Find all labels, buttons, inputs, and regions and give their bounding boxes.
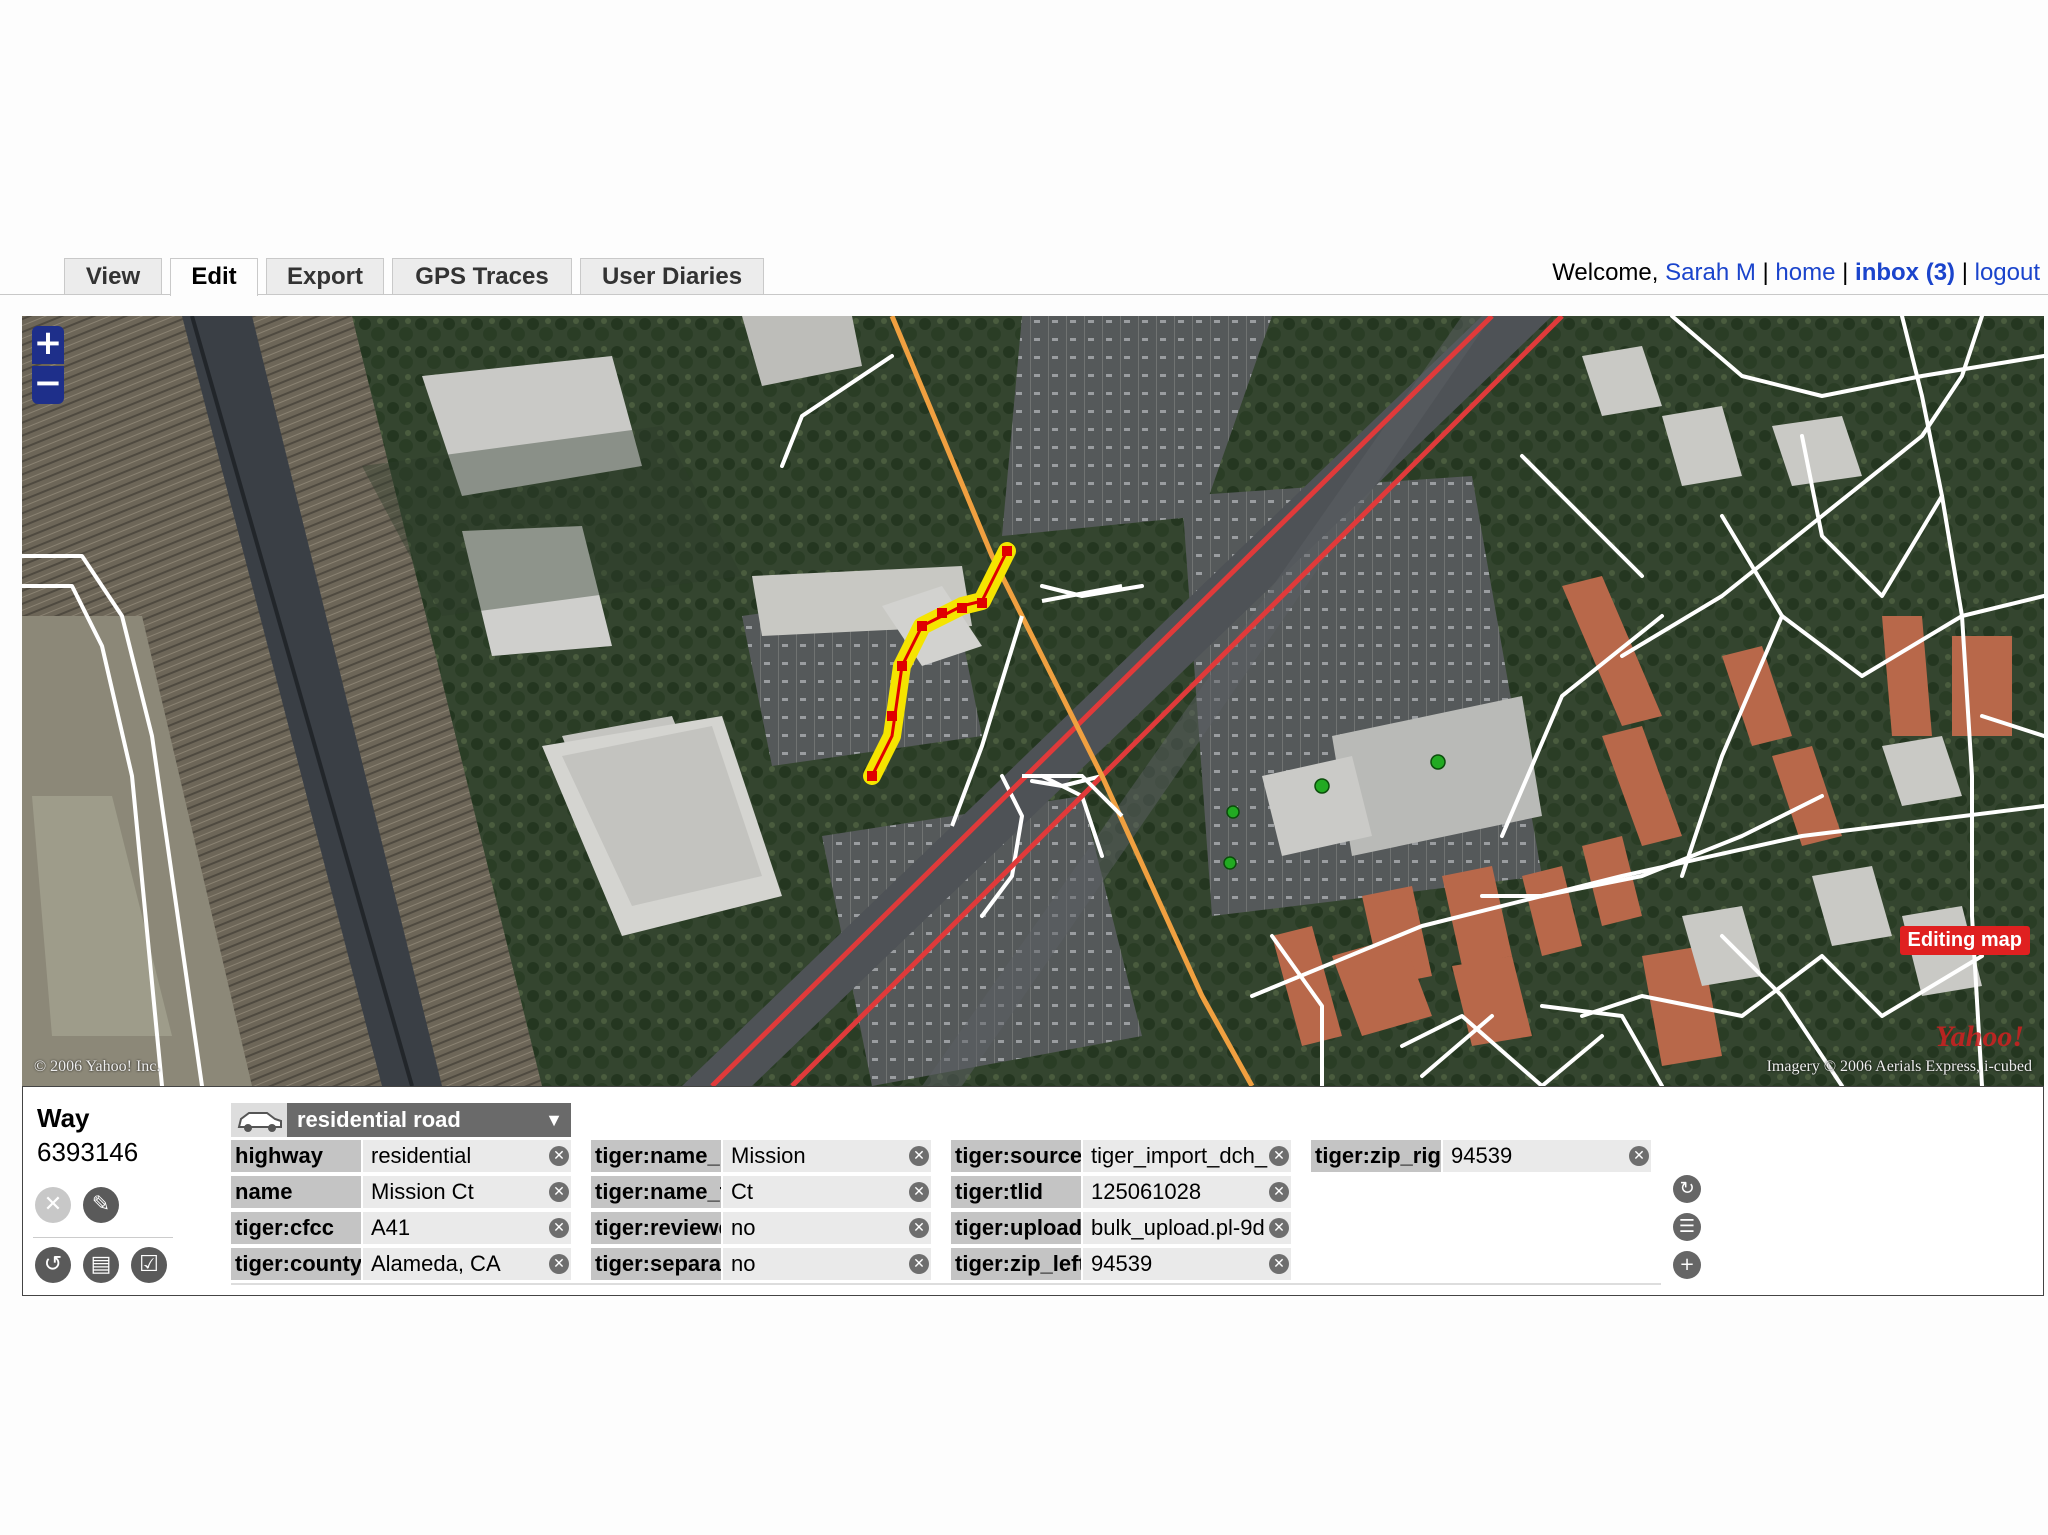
tag-value[interactable]: Mission Ct bbox=[363, 1176, 571, 1208]
entity-id: 6393146 bbox=[37, 1137, 139, 1167]
remove-tag-icon[interactable]: ✕ bbox=[549, 1182, 569, 1202]
tag-row: tiger:name_base Mission ✕ bbox=[591, 1140, 931, 1174]
separator: | bbox=[1961, 259, 1968, 286]
remove-tag-icon[interactable]: ✕ bbox=[549, 1254, 569, 1274]
undo-icon[interactable]: ↺ bbox=[35, 1247, 71, 1283]
tab-view[interactable]: View bbox=[64, 258, 162, 294]
tag-key[interactable]: tiger:upload_uuid bbox=[951, 1212, 1081, 1244]
imagery-copyright: Imagery © 2006 Aerials Express, i-cubed bbox=[1766, 1058, 2032, 1075]
separator: | bbox=[1762, 259, 1769, 286]
tab-gps-traces[interactable]: GPS Traces bbox=[392, 258, 572, 294]
tab-export[interactable]: Export bbox=[266, 258, 384, 294]
tag-row: tiger:zip_left 94539 ✕ bbox=[951, 1248, 1291, 1282]
remove-tag-icon[interactable]: ✕ bbox=[909, 1218, 929, 1238]
logout-link[interactable]: logout bbox=[1975, 259, 2040, 286]
tag-value[interactable]: tiger_import_dch_ bbox=[1083, 1140, 1291, 1172]
user-links: Welcome, Sarah M | home | inbox (3) | lo… bbox=[1552, 258, 2040, 288]
map-canvas[interactable]: + − Editing map © 2006 Yahoo! Inc. Yahoo… bbox=[22, 316, 2044, 1086]
checkbox-icon[interactable]: ☑ bbox=[131, 1247, 167, 1283]
remove-tag-icon[interactable]: ✕ bbox=[549, 1218, 569, 1238]
tag-value[interactable]: residential bbox=[363, 1140, 571, 1172]
tab-edit[interactable]: Edit bbox=[170, 258, 258, 296]
tag-key[interactable]: tiger:name_type bbox=[591, 1176, 721, 1208]
remove-tag-icon[interactable]: ✕ bbox=[1269, 1218, 1289, 1238]
remove-tag-icon[interactable]: ✕ bbox=[909, 1182, 929, 1202]
tag-row: tiger:tlid 125061028 ✕ bbox=[951, 1176, 1291, 1210]
tag-key[interactable]: tiger:tlid bbox=[951, 1176, 1081, 1208]
inbox-link[interactable]: inbox (3) bbox=[1855, 259, 1955, 286]
remove-tag-icon[interactable]: ✕ bbox=[1629, 1146, 1649, 1166]
tab-user-diaries[interactable]: User Diaries bbox=[580, 258, 764, 294]
car-icon bbox=[231, 1103, 287, 1137]
delete-icon[interactable]: ✕ bbox=[35, 1187, 71, 1223]
yahoo-logo: Yahoo! bbox=[1935, 1020, 2024, 1053]
map-imagery bbox=[22, 316, 2044, 1086]
list-icon[interactable]: ☰ bbox=[1673, 1213, 1701, 1241]
tag-row: tiger:source tiger_import_dch_ ✕ bbox=[951, 1140, 1291, 1174]
tag-row: tiger:reviewed no ✕ bbox=[591, 1212, 931, 1246]
tag-value[interactable]: Mission bbox=[723, 1140, 931, 1172]
remove-tag-icon[interactable]: ✕ bbox=[1269, 1254, 1289, 1274]
tag-row: name Mission Ct ✕ bbox=[231, 1176, 571, 1210]
tag-key[interactable]: tiger:cfcc bbox=[231, 1212, 361, 1244]
tag-value[interactable]: Alameda, CA bbox=[363, 1248, 571, 1280]
tag-value[interactable]: no bbox=[723, 1248, 931, 1280]
chevron-down-icon: ▼ bbox=[545, 1110, 563, 1130]
tag-value[interactable]: 94539 bbox=[1443, 1140, 1651, 1172]
tag-key[interactable]: tiger:zip_left bbox=[951, 1248, 1081, 1280]
home-link[interactable]: home bbox=[1775, 259, 1835, 286]
tag-key[interactable]: name bbox=[231, 1176, 361, 1208]
tag-key[interactable]: tiger:county bbox=[231, 1248, 361, 1280]
remove-tag-icon[interactable]: ✕ bbox=[909, 1254, 929, 1274]
tag-row: tiger:upload_uuid bulk_upload.pl-9d ✕ bbox=[951, 1212, 1291, 1246]
tag-row: tiger:name_type Ct ✕ bbox=[591, 1176, 931, 1210]
refresh-icon[interactable]: ↻ bbox=[1673, 1175, 1701, 1203]
tag-key[interactable]: tiger:separated bbox=[591, 1248, 721, 1280]
tag-value[interactable]: 94539 bbox=[1083, 1248, 1291, 1280]
zoom-in-button[interactable]: + bbox=[32, 326, 64, 364]
add-tag-icon[interactable]: + bbox=[1673, 1251, 1701, 1279]
entity-type-label: Way bbox=[37, 1103, 90, 1133]
tag-row: tiger:cfcc A41 ✕ bbox=[231, 1212, 571, 1246]
properties-panel: Way 6393146 ✕ ✎ ↺ ▤ ☑ residential road ▼… bbox=[22, 1086, 2044, 1296]
tag-key[interactable]: tiger:name_base bbox=[591, 1140, 721, 1172]
tag-key[interactable]: tiger:source bbox=[951, 1140, 1081, 1172]
preset-label: residential road bbox=[297, 1107, 461, 1132]
remove-tag-icon[interactable]: ✕ bbox=[909, 1146, 929, 1166]
preset-dropdown[interactable]: residential road ▼ bbox=[231, 1103, 571, 1137]
zoom-out-button[interactable]: − bbox=[32, 366, 64, 404]
tag-value[interactable]: 125061028 bbox=[1083, 1176, 1291, 1208]
tag-value[interactable]: no bbox=[723, 1212, 931, 1244]
welcome-text: Welcome, bbox=[1552, 259, 1659, 286]
remove-tag-icon[interactable]: ✕ bbox=[549, 1146, 569, 1166]
tag-row: highway residential ✕ bbox=[231, 1140, 571, 1174]
tag-key[interactable]: highway bbox=[231, 1140, 361, 1172]
remove-tag-icon[interactable]: ✕ bbox=[1269, 1182, 1289, 1202]
separator: | bbox=[1842, 259, 1849, 286]
panel-scroll-track bbox=[231, 1283, 1661, 1285]
clipboard-icon[interactable]: ▤ bbox=[83, 1247, 119, 1283]
tag-row: tiger:county Alameda, CA ✕ bbox=[231, 1248, 571, 1282]
tag-value[interactable]: bulk_upload.pl-9d bbox=[1083, 1212, 1291, 1244]
tag-row: tiger:separated no ✕ bbox=[591, 1248, 931, 1282]
panel-divider bbox=[33, 1237, 173, 1238]
tag-key[interactable]: tiger:zip_right bbox=[1311, 1140, 1441, 1172]
editing-map-badge: Editing map bbox=[1899, 926, 2030, 955]
tag-key[interactable]: tiger:reviewed bbox=[591, 1212, 721, 1244]
tag-value[interactable]: A41 bbox=[363, 1212, 571, 1244]
yahoo-copyright: © 2006 Yahoo! Inc. bbox=[34, 1058, 161, 1075]
tag-value[interactable]: Ct bbox=[723, 1176, 931, 1208]
remove-tag-icon[interactable]: ✕ bbox=[1269, 1146, 1289, 1166]
pencil-icon[interactable]: ✎ bbox=[83, 1187, 119, 1223]
tag-row: tiger:zip_right 94539 ✕ bbox=[1311, 1140, 1651, 1174]
user-profile-link[interactable]: Sarah M bbox=[1665, 259, 1756, 286]
